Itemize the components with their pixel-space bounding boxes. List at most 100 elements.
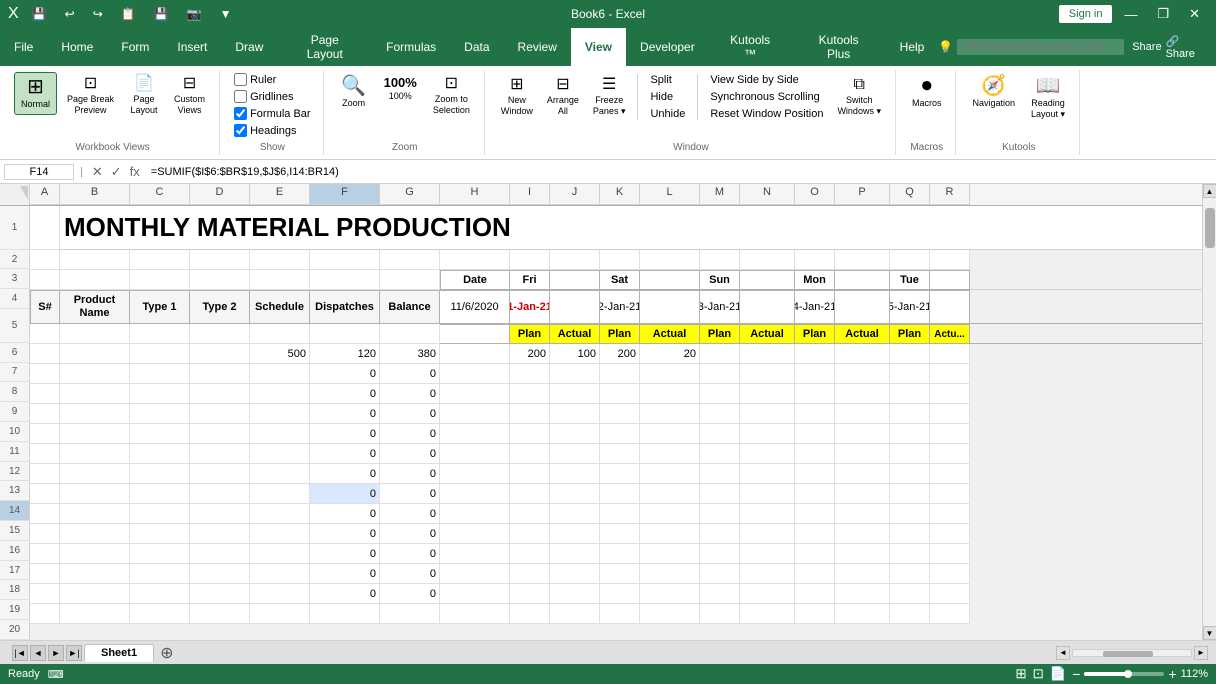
cell-J4[interactable] <box>550 270 600 290</box>
reset-window-button[interactable]: Reset Window Position <box>704 106 829 122</box>
cell-F3[interactable] <box>310 250 380 270</box>
cell-B20[interactable] <box>60 604 130 624</box>
cell-G9[interactable]: 0 <box>380 384 440 404</box>
cell-H19[interactable] <box>440 584 510 604</box>
cell-O14[interactable] <box>795 484 835 504</box>
cell-L20[interactable] <box>640 604 700 624</box>
cell-K3[interactable] <box>600 250 640 270</box>
cell-G13[interactable]: 0 <box>380 464 440 484</box>
cell-K4-sat[interactable]: Sat <box>600 270 640 290</box>
cell-M17[interactable] <box>700 544 740 564</box>
sign-in-button[interactable]: Sign in <box>1059 5 1113 23</box>
cell-Q14[interactable] <box>890 484 930 504</box>
cell-D17[interactable] <box>190 544 250 564</box>
cell-R3[interactable] <box>930 250 970 270</box>
qat-photo[interactable]: 📷 <box>182 5 207 23</box>
sheet-scroll-right-end[interactable]: ►| <box>66 645 82 661</box>
cell-B5-product[interactable]: Product Name <box>60 290 130 324</box>
vscroll-down[interactable]: ▼ <box>1203 626 1216 640</box>
cell-K7[interactable]: 200 <box>600 344 640 364</box>
row-header-14[interactable]: 14 <box>0 501 30 521</box>
cell-G16[interactable]: 0 <box>380 524 440 544</box>
cell-N7[interactable] <box>740 344 795 364</box>
cell-J14[interactable] <box>550 484 600 504</box>
cell-P8[interactable] <box>835 364 890 384</box>
cell-P6-actual[interactable]: Actual <box>835 324 890 344</box>
cell-N17[interactable] <box>740 544 795 564</box>
cell-R17[interactable] <box>930 544 970 564</box>
cell-F11[interactable]: 0 <box>310 424 380 444</box>
cell-M13[interactable] <box>700 464 740 484</box>
tab-view[interactable]: View <box>571 28 626 66</box>
cell-E14[interactable] <box>250 484 310 504</box>
cell-E19[interactable] <box>250 584 310 604</box>
tab-file[interactable]: File <box>0 28 47 66</box>
tab-form[interactable]: Form <box>107 28 163 66</box>
cell-O4-mon[interactable]: Mon <box>795 270 835 290</box>
cell-O3[interactable] <box>795 250 835 270</box>
gridlines-checkbox[interactable] <box>234 90 247 103</box>
row-header-1[interactable]: 1 <box>0 206 30 250</box>
cell-C14[interactable] <box>130 484 190 504</box>
col-header-C[interactable]: C <box>130 184 190 205</box>
cell-G19[interactable]: 0 <box>380 584 440 604</box>
cell-F15[interactable]: 0 <box>310 504 380 524</box>
cell-F9[interactable]: 0 <box>310 384 380 404</box>
cell-E4[interactable] <box>250 270 310 290</box>
custom-views-button[interactable]: ⊟ CustomViews <box>168 72 211 120</box>
cell-J17[interactable] <box>550 544 600 564</box>
tab-page-layout[interactable]: Page Layout <box>277 28 372 66</box>
navigation-button[interactable]: 🧭 Navigation <box>966 72 1021 113</box>
cell-D9[interactable] <box>190 384 250 404</box>
cell-A20[interactable] <box>30 604 60 624</box>
cell-C18[interactable] <box>130 564 190 584</box>
hscroll-thumb[interactable] <box>1103 651 1153 657</box>
cell-H11[interactable] <box>440 424 510 444</box>
cell-L14[interactable] <box>640 484 700 504</box>
row-header-2[interactable]: 2 <box>0 250 30 270</box>
cell-I15[interactable] <box>510 504 550 524</box>
col-header-M[interactable]: M <box>700 184 740 205</box>
cell-M14[interactable] <box>700 484 740 504</box>
cell-G4[interactable] <box>380 270 440 290</box>
formula-bar-checkbox[interactable] <box>234 107 247 120</box>
cell-O18[interactable] <box>795 564 835 584</box>
cell-C6[interactable] <box>130 324 190 344</box>
headings-checkbox[interactable] <box>234 124 247 137</box>
cell-J19[interactable] <box>550 584 600 604</box>
row-header-7[interactable]: 7 <box>0 363 30 383</box>
cell-F4[interactable] <box>310 270 380 290</box>
cell-A17[interactable] <box>30 544 60 564</box>
cell-Q11[interactable] <box>890 424 930 444</box>
tab-help[interactable]: Help <box>886 28 939 66</box>
cell-R13[interactable] <box>930 464 970 484</box>
cell-Q8[interactable] <box>890 364 930 384</box>
insert-function-icon[interactable]: fx <box>127 164 143 180</box>
cell-J8[interactable] <box>550 364 600 384</box>
cell-P20[interactable] <box>835 604 890 624</box>
tell-me-icon[interactable]: 💡 <box>938 40 953 54</box>
sheet-tab-sheet1[interactable]: Sheet1 <box>84 644 154 662</box>
cell-B13[interactable] <box>60 464 130 484</box>
cell-E7[interactable]: 500 <box>250 344 310 364</box>
cell-G18[interactable]: 0 <box>380 564 440 584</box>
cell-M16[interactable] <box>700 524 740 544</box>
cell-C7[interactable] <box>130 344 190 364</box>
new-window-button[interactable]: ⊞ NewWindow <box>495 72 539 122</box>
cell-P11[interactable] <box>835 424 890 444</box>
formula-input[interactable] <box>147 165 1212 179</box>
cell-N5[interactable] <box>740 290 795 324</box>
cell-M20[interactable] <box>700 604 740 624</box>
cell-A16[interactable] <box>30 524 60 544</box>
cell-E20[interactable] <box>250 604 310 624</box>
cell-M3[interactable] <box>700 250 740 270</box>
cell-R11[interactable] <box>930 424 970 444</box>
cell-E3[interactable] <box>250 250 310 270</box>
cell-E10[interactable] <box>250 404 310 424</box>
view-side-button[interactable]: View Side by Side <box>704 72 829 88</box>
cell-F7[interactable]: 120 <box>310 344 380 364</box>
cell-I18[interactable] <box>510 564 550 584</box>
cell-G3[interactable] <box>380 250 440 270</box>
cell-G8[interactable]: 0 <box>380 364 440 384</box>
cell-N14[interactable] <box>740 484 795 504</box>
